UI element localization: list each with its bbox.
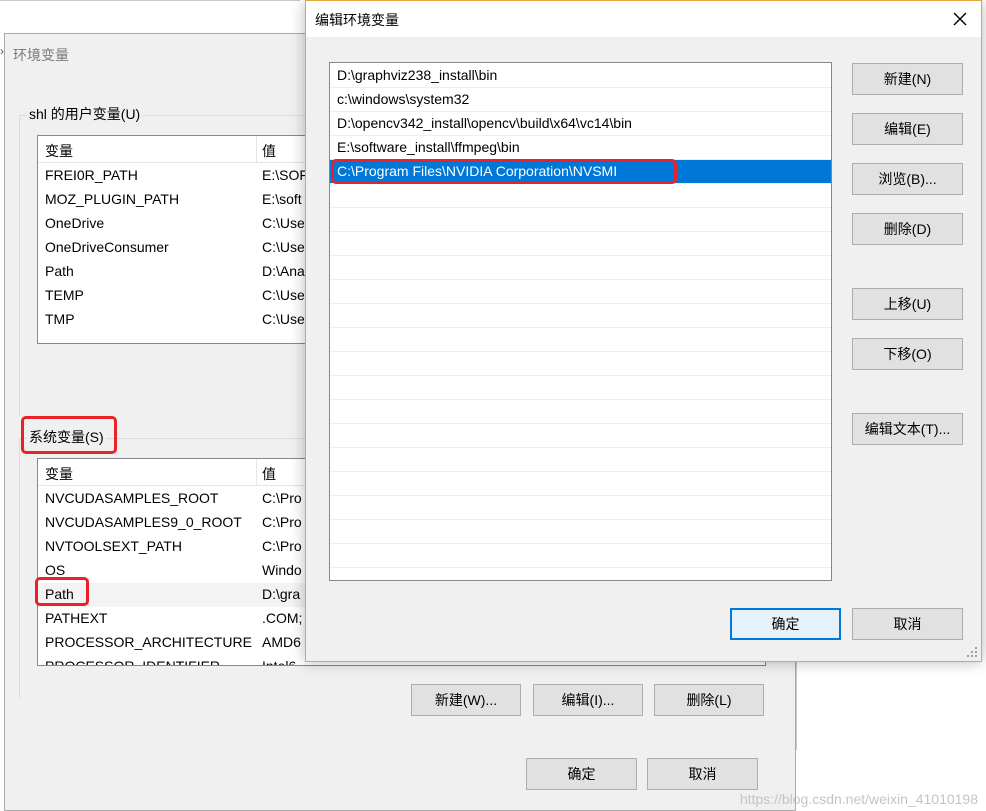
title-bar[interactable]: 编辑环境变量 <box>306 1 981 37</box>
empty-list-row[interactable] <box>330 184 831 208</box>
close-icon[interactable] <box>949 8 971 30</box>
empty-list-row[interactable] <box>330 472 831 496</box>
list-item-selected[interactable]: C:\Program Files\NVIDIA Corporation\NVSM… <box>330 160 831 184</box>
empty-list-row[interactable] <box>330 400 831 424</box>
variable-name: Path <box>45 586 74 602</box>
empty-list-row[interactable] <box>330 256 831 280</box>
path-entry-text: D:\graphviz238_install\bin <box>337 67 498 83</box>
variable-value: Intel6 <box>262 658 297 666</box>
path-entry-text: E:\software_install\ffmpeg\bin <box>337 139 520 155</box>
variable-value: C:\Use <box>262 239 305 255</box>
column-header-variable[interactable]: 变量 <box>45 141 73 161</box>
column-header-variable[interactable]: 变量 <box>45 464 73 484</box>
browse-button[interactable]: 浏览(B)... <box>852 163 963 195</box>
table-row[interactable]: Path D:\Ana <box>38 260 336 284</box>
variable-name: FREI0R_PATH <box>45 167 138 183</box>
list-item[interactable]: c:\windows\system32 <box>330 88 831 112</box>
variable-name: NVTOOLSEXT_PATH <box>45 538 182 554</box>
user-vars-list[interactable]: 变量 值 FREI0R_PATH E:\SOF MOZ_PLUGIN_PATH E:… <box>37 135 337 344</box>
variable-value: D:\Ana <box>262 263 305 279</box>
variable-name: TMP <box>45 311 75 327</box>
column-separator[interactable] <box>256 459 257 485</box>
edit-environment-variable-dialog: 编辑环境变量 D:\graphviz238_install\bin c:\win… <box>305 0 982 662</box>
variable-name: OneDrive <box>45 215 105 231</box>
edit-button[interactable]: 编辑(E) <box>852 113 963 145</box>
table-row[interactable]: OneDriveConsumer C:\Use <box>38 236 336 260</box>
system-edit-button[interactable]: 编辑(I)... <box>533 684 643 716</box>
variable-value: E:\SOF <box>262 167 308 183</box>
move-up-button[interactable]: 上移(U) <box>852 288 963 320</box>
variable-value: C:\Pro <box>262 514 302 530</box>
user-vars-label: shl 的用户变量(U) <box>27 104 143 124</box>
background-divider <box>0 0 300 1</box>
list-item[interactable]: D:\opencv342_install\opencv\build\x64\vc… <box>330 112 831 136</box>
empty-list-row[interactable] <box>330 448 831 472</box>
variable-value: C:\Use <box>262 311 305 327</box>
dialog-title: 编辑环境变量 <box>315 12 399 28</box>
new-button[interactable]: 新建(N) <box>852 63 963 95</box>
variable-value: .COM; <box>262 610 303 626</box>
variable-name: OS <box>45 562 66 578</box>
empty-list-row[interactable] <box>330 328 831 352</box>
env-ok-button[interactable]: 确定 <box>526 758 637 790</box>
empty-list-row[interactable] <box>330 520 831 544</box>
cancel-button[interactable]: 取消 <box>852 608 963 640</box>
path-entries-list[interactable]: D:\graphviz238_install\bin c:\windows\sy… <box>329 62 832 581</box>
list-item[interactable]: E:\software_install\ffmpeg\bin <box>330 136 831 160</box>
dialog-title: 环境变量 <box>13 47 69 63</box>
variable-name: NVCUDASAMPLES_ROOT <box>45 490 219 506</box>
ok-button[interactable]: 确定 <box>730 608 841 640</box>
system-vars-label: 系统变量(S) <box>27 427 106 447</box>
empty-list-row[interactable] <box>330 496 831 520</box>
variable-value: D:\gra <box>262 586 301 602</box>
variable-name: MOZ_PLUGIN_PATH <box>45 191 180 207</box>
empty-list-row[interactable] <box>330 376 831 400</box>
list-header: 变量 值 <box>38 136 336 163</box>
path-entry-text: C:\Program Files\NVIDIA Corporation\NVSM… <box>337 163 618 179</box>
list-item[interactable]: D:\graphviz238_install\bin <box>330 64 831 88</box>
empty-list-row[interactable] <box>330 352 831 376</box>
delete-button[interactable]: 删除(D) <box>852 213 963 245</box>
resize-grip-icon[interactable] <box>966 646 978 658</box>
variable-value: Windo <box>262 562 302 578</box>
column-header-value[interactable]: 值 <box>262 141 276 161</box>
table-row[interactable]: MOZ_PLUGIN_PATH E:\soft <box>38 188 336 212</box>
column-header-value[interactable]: 值 <box>262 464 276 484</box>
empty-list-row[interactable] <box>330 304 831 328</box>
empty-list-row[interactable] <box>330 208 831 232</box>
column-separator[interactable] <box>256 136 257 162</box>
variable-name: PROCESSOR_IDENTIFIER <box>45 658 221 666</box>
empty-list-row[interactable] <box>330 232 831 256</box>
variable-value: E:\soft <box>262 191 302 207</box>
variable-name: PROCESSOR_ARCHITECTURE <box>45 634 252 650</box>
move-down-button[interactable]: 下移(O) <box>852 338 963 370</box>
variable-name: TEMP <box>45 287 84 303</box>
table-row[interactable]: TEMP C:\Use <box>38 284 336 308</box>
system-delete-button[interactable]: 删除(L) <box>654 684 764 716</box>
path-entry-text: c:\windows\system32 <box>337 91 470 107</box>
variable-name: OneDriveConsumer <box>45 239 169 255</box>
env-cancel-button[interactable]: 取消 <box>647 758 758 790</box>
watermark: https://blog.csdn.net/weixin_41010198 <box>739 791 978 807</box>
variable-value: AMD6 <box>262 634 301 650</box>
variable-value: C:\Pro <box>262 490 302 506</box>
edit-text-button[interactable]: 编辑文本(T)... <box>852 413 963 445</box>
path-entry-text: D:\opencv342_install\opencv\build\x64\vc… <box>337 115 632 131</box>
table-row[interactable]: OneDrive C:\Use <box>38 212 336 236</box>
table-row[interactable]: FREI0R_PATH E:\SOF <box>38 164 336 188</box>
table-row[interactable]: TMP C:\Use <box>38 308 336 332</box>
variable-name: Path <box>45 263 74 279</box>
variable-value: C:\Use <box>262 287 305 303</box>
system-new-button[interactable]: 新建(W)... <box>411 684 521 716</box>
empty-list-row[interactable] <box>330 544 831 568</box>
variable-value: C:\Pro <box>262 538 302 554</box>
variable-name: PATHEXT <box>45 610 108 626</box>
variable-name: NVCUDASAMPLES9_0_ROOT <box>45 514 242 530</box>
empty-list-row[interactable] <box>330 280 831 304</box>
empty-list-row[interactable] <box>330 424 831 448</box>
variable-value: C:\Use <box>262 215 305 231</box>
